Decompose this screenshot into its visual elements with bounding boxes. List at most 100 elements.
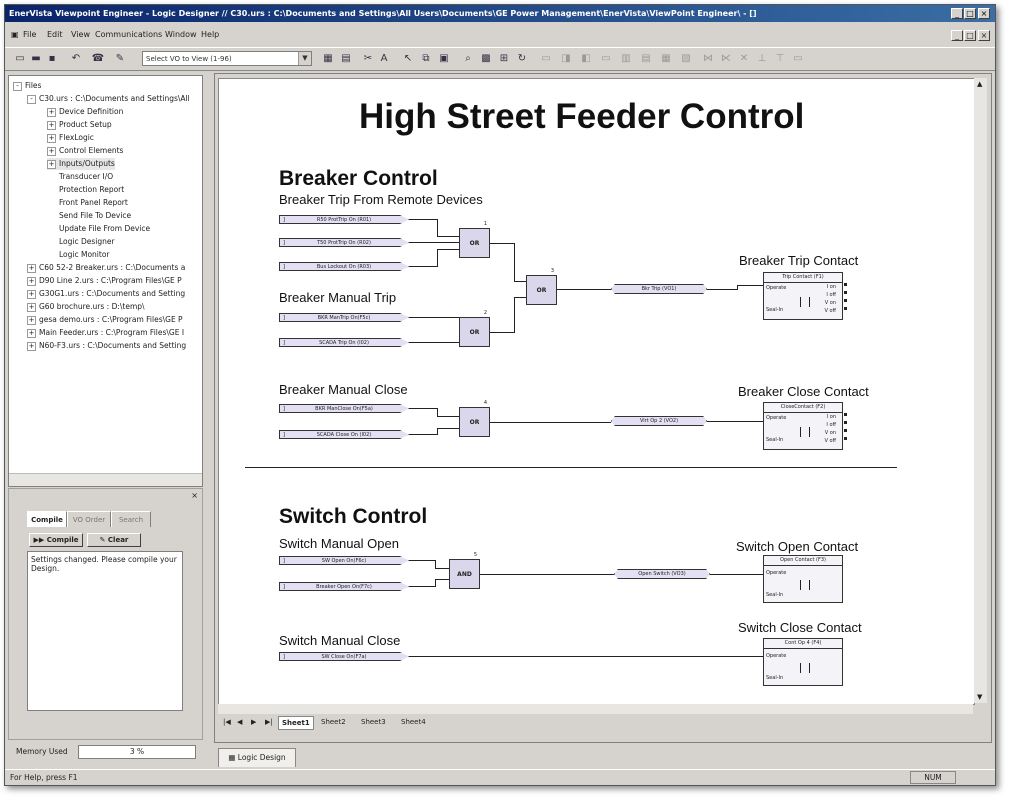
tab-search[interactable]: Search [111, 511, 151, 527]
cut-icon[interactable]: ✂ [361, 52, 375, 65]
first-sheet-icon[interactable]: |◀ [220, 716, 234, 728]
tab-vo-order[interactable]: VO Order [67, 511, 111, 527]
menu-app-icon[interactable]: ▣ [11, 30, 19, 39]
mdi-minimize-button[interactable]: _ [951, 30, 963, 41]
input-operand[interactable]: ] T50 ProtTrip On (R02) [279, 238, 409, 247]
compile-output[interactable]: Settings changed. Please compile your De… [27, 551, 183, 711]
tree-item[interactable]: - C30.urs : C:\Documents and Settings\All [27, 93, 190, 105]
tree-horizontal-scrollbar[interactable] [9, 473, 202, 486]
expand-icon[interactable]: + [47, 120, 56, 130]
last-sheet-icon[interactable]: ▶| [262, 716, 276, 728]
tree-item[interactable]: Logic Monitor [59, 249, 110, 261]
expand-icon[interactable]: + [27, 302, 36, 312]
paste-icon[interactable]: ▣ [437, 52, 451, 65]
virtual-output[interactable]: Open Switch (VO3) [614, 569, 710, 579]
save-icon[interactable]: ▪ [45, 52, 59, 65]
expand-icon[interactable]: + [27, 315, 36, 325]
gate-icon[interactable]: ▥ [619, 52, 633, 65]
mdi-restore-button[interactable]: □ [964, 30, 976, 41]
tree-item[interactable]: + Main Feeder.urs : C:\Program Files\GE I [27, 327, 184, 339]
tree-item[interactable]: + N60-F3.urs : C:\Documents and Setting [27, 340, 186, 352]
input-operand[interactable]: ] BKR ManClose On(F5a) [279, 404, 409, 413]
tree-item-selected[interactable]: + Inputs/Outputs [47, 158, 115, 170]
prev-sheet-icon[interactable]: ◀ [234, 716, 245, 728]
menu-file[interactable]: File [23, 30, 36, 39]
contact-output[interactable]: Cont Op 4 (F4) Operate Seal-In [763, 638, 843, 686]
copy-icon[interactable]: ⧉ [419, 52, 433, 65]
zoom-icon[interactable]: ⌕ [461, 52, 475, 65]
title-bar[interactable]: EnerVista Viewpoint Engineer - Logic Des… [5, 5, 995, 22]
zoom-area-icon[interactable]: ⊞ [497, 52, 511, 65]
logic-gate-or[interactable]: 3 OR [526, 268, 557, 305]
compile-button[interactable]: ▶▶ Compile [29, 533, 83, 547]
tree-item[interactable]: Update File From Device [59, 223, 150, 235]
new-file-icon[interactable]: ▭ [13, 52, 27, 65]
expand-icon[interactable]: + [47, 159, 56, 169]
pointer-icon[interactable]: ↖ [401, 52, 415, 65]
gate-icon[interactable]: ⋉ [719, 52, 733, 65]
scroll-up-icon[interactable]: ▲ [977, 80, 982, 88]
tree-item[interactable]: + C60 52-2 Breaker.urs : C:\Documents a [27, 262, 185, 274]
network-icon[interactable]: ✎ [113, 52, 127, 65]
panel-close-icon[interactable]: × [191, 491, 198, 500]
input-operand[interactable]: ] R50 ProtTrip On (R01) [279, 215, 409, 224]
logic-gate-and[interactable]: 5 AND [449, 552, 480, 589]
gate-icon[interactable]: ▦ [659, 52, 673, 65]
expand-icon[interactable]: + [27, 263, 36, 273]
tab-sheet3[interactable]: Sheet3 [358, 716, 389, 728]
gate-icon[interactable]: ✕ [737, 52, 751, 65]
tree-item[interactable]: Protection Report [59, 184, 124, 196]
tree-item[interactable]: + FlexLogic [47, 132, 94, 144]
expand-icon[interactable]: + [27, 276, 36, 286]
menu-view[interactable]: View [71, 30, 90, 39]
grid-icon[interactable]: ▦ [321, 52, 335, 65]
gate-icon[interactable]: ⋈ [701, 52, 715, 65]
text-icon[interactable]: A [377, 52, 391, 65]
next-sheet-icon[interactable]: ▶ [248, 716, 259, 728]
refresh-icon[interactable]: ↻ [515, 52, 529, 65]
tab-sheet1[interactable]: Sheet1 [278, 716, 314, 730]
contact-output[interactable]: CloseContact (F2) Operate Seal-In I on I… [763, 402, 843, 450]
logic-gate-or[interactable]: 4 OR [459, 400, 490, 437]
tab-sheet4[interactable]: Sheet4 [398, 716, 429, 728]
gate-icon[interactable]: ◧ [579, 52, 593, 65]
document-tab-logic-design[interactable]: ▦ Logic Design [218, 748, 296, 767]
mdi-close-button[interactable]: × [978, 30, 990, 41]
tab-compile[interactable]: Compile [27, 511, 67, 527]
clear-button[interactable]: ✎ Clear [87, 533, 141, 547]
minimize-button[interactable]: _ [951, 8, 963, 19]
tree-item[interactable]: + D90 Line 2.urs : C:\Program Files\GE P [27, 275, 182, 287]
scroll-down-icon[interactable]: ▼ [977, 693, 982, 701]
tab-sheet2[interactable]: Sheet2 [318, 716, 349, 728]
gate-icon[interactable]: ▭ [539, 52, 553, 65]
close-button[interactable]: × [978, 8, 990, 19]
menu-help[interactable]: Help [201, 30, 219, 39]
tree-item[interactable]: Front Panel Report [59, 197, 128, 209]
open-folder-icon[interactable]: ▬ [29, 52, 43, 65]
collapse-icon[interactable]: - [13, 81, 22, 91]
vo-select-dropdown[interactable]: Select VO to View (1-96) ▼ [142, 51, 312, 66]
logic-gate-or[interactable]: 1 OR [459, 221, 490, 258]
menu-communications[interactable]: Communications [95, 30, 162, 39]
expand-icon[interactable]: + [47, 146, 56, 156]
expand-icon[interactable]: + [27, 341, 36, 351]
expand-icon[interactable]: + [27, 289, 36, 299]
gate-icon[interactable]: ⊥ [755, 52, 769, 65]
horizontal-scrollbar[interactable] [218, 704, 973, 714]
tree-item[interactable]: + G60 brochure.urs : D:\temp\ [27, 301, 145, 313]
diagram-canvas[interactable]: High Street Feeder Control Breaker Contr… [218, 78, 975, 705]
input-operand[interactable]: ] SCADA Close On (I02) [279, 430, 409, 439]
contact-output[interactable]: Trip Contact (F1) Operate Seal-In I on I… [763, 272, 843, 320]
undo-icon[interactable]: ↶ [69, 52, 83, 65]
maximize-button[interactable]: □ [964, 8, 976, 19]
gate-icon[interactable]: ▤ [639, 52, 653, 65]
tree-item[interactable]: Send File To Device [59, 210, 131, 222]
zoom-fit-icon[interactable]: ▩ [479, 52, 493, 65]
input-operand[interactable]: ] SW Close On(F7a) [279, 652, 409, 661]
chevron-down-icon[interactable]: ▼ [298, 52, 311, 65]
input-operand[interactable]: ] Bus Lockout On (R03) [279, 262, 409, 271]
align-icon[interactable]: ▤ [339, 52, 353, 65]
collapse-icon[interactable]: - [27, 94, 36, 104]
tree-item[interactable]: Transducer I/O [59, 171, 113, 183]
gate-icon[interactable]: ▧ [679, 52, 693, 65]
